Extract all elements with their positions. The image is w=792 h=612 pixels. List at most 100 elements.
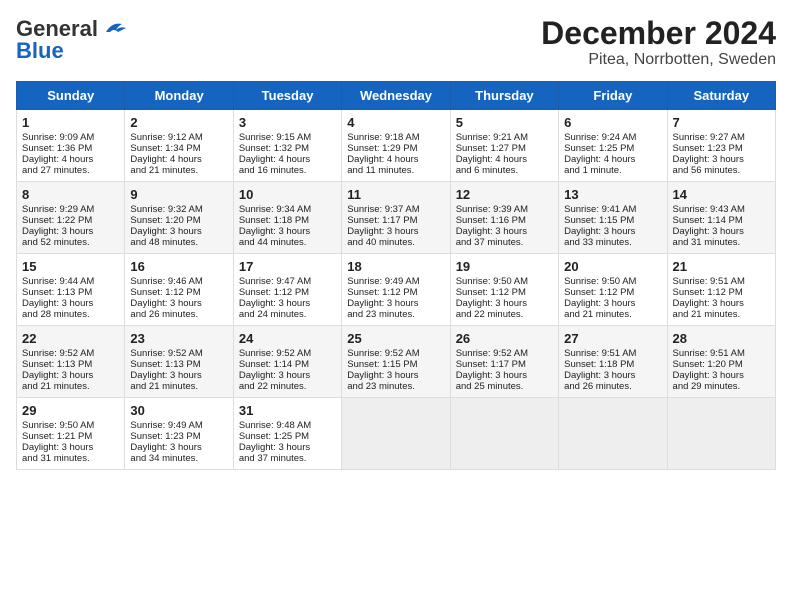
day-info-line: Daylight: 3 hours [130,226,227,237]
day-number: 12 [456,187,553,202]
calendar-header-row: SundayMondayTuesdayWednesdayThursdayFrid… [17,82,776,110]
day-info-line: Daylight: 4 hours [22,154,119,165]
day-info-line: Sunrise: 9:44 AM [22,276,119,287]
calendar-cell: 22Sunrise: 9:52 AMSunset: 1:13 PMDayligh… [17,326,125,398]
day-info-line: Sunset: 1:17 PM [456,359,553,370]
day-info-line: and 25 minutes. [456,381,553,392]
day-info-line: Sunset: 1:12 PM [673,287,770,298]
calendar-cell [450,398,558,470]
day-info-line: and 40 minutes. [347,237,444,248]
day-info-line: and 37 minutes. [239,453,336,464]
day-info-line: and 21 minutes. [564,309,661,320]
day-info-line: Sunrise: 9:29 AM [22,204,119,215]
day-info-line: and 29 minutes. [673,381,770,392]
day-info-line: Daylight: 3 hours [673,226,770,237]
calendar-cell: 5Sunrise: 9:21 AMSunset: 1:27 PMDaylight… [450,110,558,182]
day-info-line: Sunset: 1:12 PM [239,287,336,298]
logo: General Blue [16,16,128,64]
day-info-line: and 22 minutes. [239,381,336,392]
day-info-line: Sunset: 1:17 PM [347,215,444,226]
day-info-line: Daylight: 3 hours [22,298,119,309]
day-info-line: Sunrise: 9:50 AM [564,276,661,287]
calendar-cell: 6Sunrise: 9:24 AMSunset: 1:25 PMDaylight… [559,110,667,182]
day-info-line: Sunrise: 9:52 AM [130,348,227,359]
day-info-line: Sunset: 1:34 PM [130,143,227,154]
day-info-line: and 34 minutes. [130,453,227,464]
calendar-week-1: 1Sunrise: 9:09 AMSunset: 1:36 PMDaylight… [17,110,776,182]
day-info-line: Sunrise: 9:52 AM [347,348,444,359]
day-info-line: Sunrise: 9:48 AM [239,420,336,431]
day-info-line: Daylight: 3 hours [239,442,336,453]
day-info-line: Daylight: 3 hours [22,370,119,381]
calendar-cell: 19Sunrise: 9:50 AMSunset: 1:12 PMDayligh… [450,254,558,326]
day-info-line: Daylight: 3 hours [564,226,661,237]
day-info-line: and 22 minutes. [456,309,553,320]
calendar-cell: 26Sunrise: 9:52 AMSunset: 1:17 PMDayligh… [450,326,558,398]
day-info-line: and 52 minutes. [22,237,119,248]
calendar-cell: 18Sunrise: 9:49 AMSunset: 1:12 PMDayligh… [342,254,450,326]
calendar-week-2: 8Sunrise: 9:29 AMSunset: 1:22 PMDaylight… [17,182,776,254]
day-info-line: Sunset: 1:23 PM [673,143,770,154]
day-number: 10 [239,187,336,202]
day-number: 26 [456,331,553,346]
calendar-cell: 7Sunrise: 9:27 AMSunset: 1:23 PMDaylight… [667,110,775,182]
day-info-line: and 16 minutes. [239,165,336,176]
calendar-table: SundayMondayTuesdayWednesdayThursdayFrid… [16,81,776,470]
day-info-line: Daylight: 3 hours [22,226,119,237]
day-info-line: Sunset: 1:21 PM [22,431,119,442]
calendar-cell: 27Sunrise: 9:51 AMSunset: 1:18 PMDayligh… [559,326,667,398]
day-info-line: and 23 minutes. [347,309,444,320]
logo-blue: Blue [16,38,64,64]
day-info-line: and 33 minutes. [564,237,661,248]
day-info-line: Daylight: 3 hours [239,298,336,309]
day-info-line: Sunset: 1:29 PM [347,143,444,154]
day-info-line: Sunset: 1:14 PM [673,215,770,226]
day-info-line: and 11 minutes. [347,165,444,176]
day-info-line: Sunrise: 9:50 AM [456,276,553,287]
calendar-cell: 21Sunrise: 9:51 AMSunset: 1:12 PMDayligh… [667,254,775,326]
calendar-cell: 24Sunrise: 9:52 AMSunset: 1:14 PMDayligh… [233,326,341,398]
calendar-week-3: 15Sunrise: 9:44 AMSunset: 1:13 PMDayligh… [17,254,776,326]
day-info-line: Daylight: 4 hours [564,154,661,165]
calendar-cell: 23Sunrise: 9:52 AMSunset: 1:13 PMDayligh… [125,326,233,398]
col-header-saturday: Saturday [667,82,775,110]
day-info-line: and 27 minutes. [22,165,119,176]
calendar-cell: 11Sunrise: 9:37 AMSunset: 1:17 PMDayligh… [342,182,450,254]
day-info-line: and 44 minutes. [239,237,336,248]
title-block: December 2024 Pitea, Norrbotten, Sweden [541,16,776,69]
day-info-line: Sunset: 1:15 PM [564,215,661,226]
day-info-line: Sunset: 1:13 PM [22,287,119,298]
day-info-line: and 21 minutes. [130,165,227,176]
calendar-cell: 31Sunrise: 9:48 AMSunset: 1:25 PMDayligh… [233,398,341,470]
day-info-line: Sunrise: 9:49 AM [130,420,227,431]
day-info-line: Daylight: 4 hours [239,154,336,165]
day-info-line: Sunset: 1:27 PM [456,143,553,154]
day-info-line: and 28 minutes. [22,309,119,320]
day-number: 13 [564,187,661,202]
day-info-line: Daylight: 3 hours [564,370,661,381]
calendar-title: December 2024 [541,16,776,51]
day-info-line: Sunset: 1:15 PM [347,359,444,370]
day-info-line: Sunrise: 9:46 AM [130,276,227,287]
calendar-cell [667,398,775,470]
day-info-line: Daylight: 3 hours [22,442,119,453]
calendar-cell: 20Sunrise: 9:50 AMSunset: 1:12 PMDayligh… [559,254,667,326]
day-info-line: Sunrise: 9:47 AM [239,276,336,287]
col-header-wednesday: Wednesday [342,82,450,110]
day-info-line: and 31 minutes. [22,453,119,464]
day-info-line: Sunrise: 9:32 AM [130,204,227,215]
day-info-line: Sunset: 1:12 PM [456,287,553,298]
day-info-line: Sunset: 1:18 PM [564,359,661,370]
calendar-cell: 3Sunrise: 9:15 AMSunset: 1:32 PMDaylight… [233,110,341,182]
day-number: 19 [456,259,553,274]
day-number: 24 [239,331,336,346]
calendar-cell: 1Sunrise: 9:09 AMSunset: 1:36 PMDaylight… [17,110,125,182]
day-info-line: Daylight: 3 hours [673,154,770,165]
day-info-line: and 23 minutes. [347,381,444,392]
calendar-cell [342,398,450,470]
day-info-line: Daylight: 3 hours [564,298,661,309]
calendar-cell: 13Sunrise: 9:41 AMSunset: 1:15 PMDayligh… [559,182,667,254]
logo-bird-icon [100,18,128,40]
col-header-sunday: Sunday [17,82,125,110]
day-number: 25 [347,331,444,346]
